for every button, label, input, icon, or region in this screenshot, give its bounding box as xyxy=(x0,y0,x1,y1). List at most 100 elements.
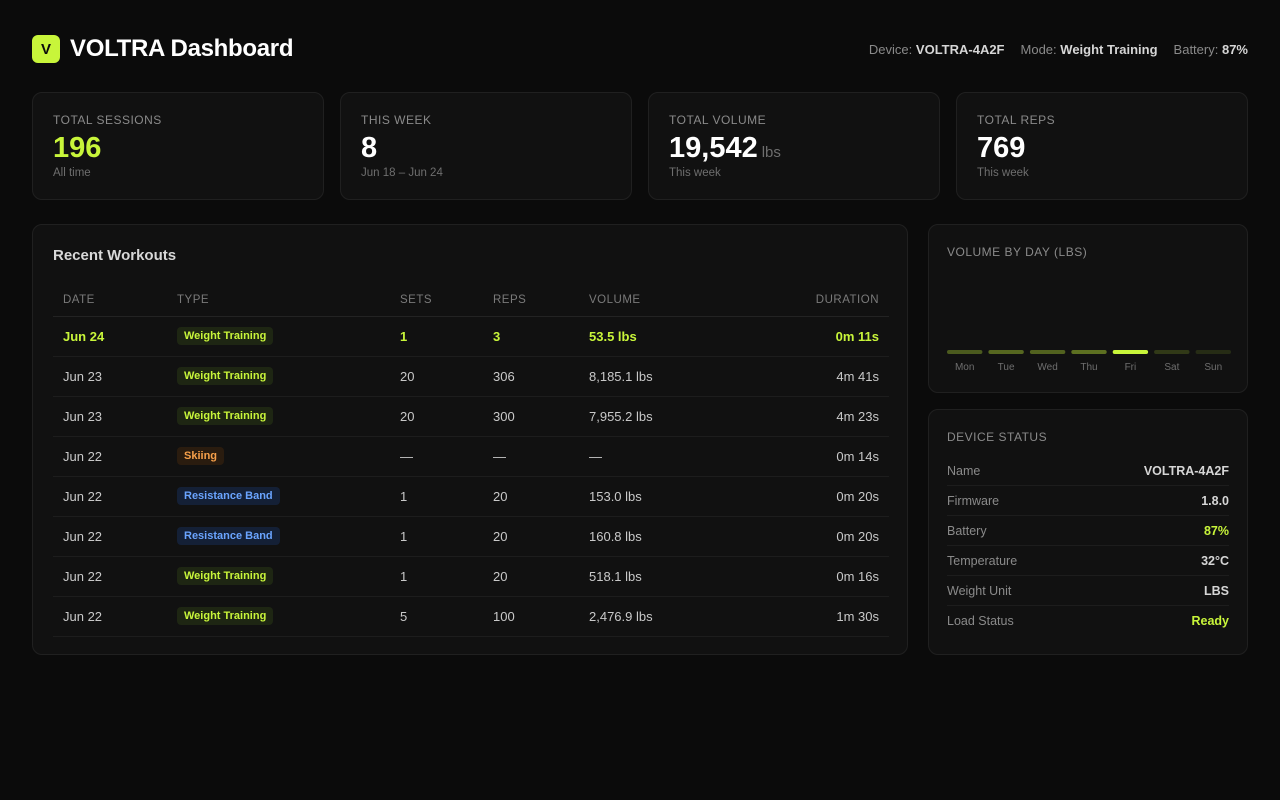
tick-label-sat: Sat xyxy=(1164,362,1179,373)
device-value: 32°C xyxy=(1201,553,1229,568)
cell-type: Weight Training xyxy=(167,396,390,437)
stat-unit: lbs xyxy=(761,144,781,161)
bar-sat[interactable] xyxy=(1154,350,1190,354)
device-key: Weight Unit xyxy=(947,583,1012,598)
bar-tue[interactable] xyxy=(988,350,1024,354)
cell-date: Jun 22 xyxy=(53,476,167,517)
workouts-table: DATE TYPE SETS REPS VOLUME DURATION Jun … xyxy=(53,284,889,637)
cell-volume: — xyxy=(579,436,749,477)
bar-mon[interactable] xyxy=(947,350,983,354)
device-row-name: Name VOLTRA-4A2F xyxy=(947,456,1229,486)
cell-sets: — xyxy=(390,436,483,477)
device-row-load-status: Load Status Ready xyxy=(947,606,1229,636)
type-badge: Weight Training xyxy=(177,327,274,345)
cell-date: Jun 23 xyxy=(53,396,167,437)
cell-volume: 153.0 lbs xyxy=(579,476,749,517)
cell-duration: 0m 20s xyxy=(749,516,889,557)
stat-sub: All time xyxy=(53,166,91,179)
table-row[interactable]: Jun 24 Weight Training 1 3 53.5 lbs 0m 1… xyxy=(53,316,889,357)
device-key: Name xyxy=(947,463,981,478)
cell-reps: — xyxy=(483,436,579,477)
table-row[interactable]: Jun 23 Weight Training 20 300 7,955.2 lb… xyxy=(53,396,889,437)
volume-chart-panel: Volume by Day (lbs) Mon Tue Wed Thu Fri Sat Su… xyxy=(928,224,1248,393)
bar-sun[interactable] xyxy=(1195,350,1231,354)
recent-workouts-panel: Recent Workouts DATE TYPE SETS REPS VOLU… xyxy=(32,224,908,655)
header: V VOLTRA Dashboard Device: VOLTRA-4A2F M… xyxy=(32,34,1248,64)
cell-duration: 1m 30s xyxy=(749,596,889,637)
device-key: Battery xyxy=(947,523,987,538)
column-header-volume[interactable]: VOLUME xyxy=(579,284,749,317)
device-key: Temperature xyxy=(947,553,1018,568)
cell-reps: 20 xyxy=(483,516,579,557)
stat-card-total-sessions: Total Sessions 196 All time xyxy=(32,92,324,200)
table-row[interactable]: Jun 22 Weight Training 5 100 2,476.9 lbs… xyxy=(53,596,889,637)
stat-label: Total Volume xyxy=(669,113,767,127)
cell-reps: 100 xyxy=(483,596,579,637)
device-row-weight-unit: Weight Unit LBS xyxy=(947,576,1229,606)
device-value: LBS xyxy=(1204,583,1229,598)
mode-indicator: Mode: Weight Training xyxy=(1020,41,1158,57)
table-row[interactable]: Jun 22 Weight Training 1 20 518.1 lbs 0m… xyxy=(53,556,889,597)
device-value: VOLTRA-4A2F xyxy=(1143,463,1229,478)
tick-label-tue: Tue xyxy=(998,362,1015,373)
stat-label: Total Reps xyxy=(977,113,1056,127)
cell-volume: 53.5 lbs xyxy=(579,316,749,357)
volume-chart: Mon Tue Wed Thu Fri Sat Sun xyxy=(947,281,1231,381)
column-header-date[interactable]: DATE xyxy=(53,284,167,317)
brand: V VOLTRA Dashboard xyxy=(32,35,294,63)
device-row-battery: Battery 87% xyxy=(947,516,1229,546)
battery-indicator: Battery: 87% xyxy=(1173,41,1248,57)
tick-label-fri: Fri xyxy=(1125,362,1137,373)
stat-card-total-reps: Total Reps 769 This week xyxy=(956,92,1248,200)
device-key: Load Status xyxy=(947,614,1014,628)
stat-value: 196 xyxy=(53,132,102,164)
tick-label-sun: Sun xyxy=(1204,362,1222,373)
volume-chart-svg: Mon Tue Wed Thu Fri Sat Sun xyxy=(947,350,1231,373)
cell-sets: 20 xyxy=(390,356,483,397)
table-row[interactable]: Jun 22 Skiing — — — 0m 14s xyxy=(53,436,889,477)
table-row[interactable]: Jun 22 Resistance Band 1 20 153.0 lbs 0m… xyxy=(53,476,889,517)
table-row[interactable]: Jun 22 Resistance Band 1 20 160.8 lbs 0m… xyxy=(53,516,889,557)
cell-duration: 0m 14s xyxy=(749,436,889,477)
column-header-duration[interactable]: DURATION xyxy=(749,284,889,317)
cell-date: Jun 22 xyxy=(53,596,167,637)
type-badge: Weight Training xyxy=(177,607,274,625)
stat-value: 19,542 lbs xyxy=(669,132,781,164)
stat-card-this-week: This Week 8 Jun 18 – Jun 24 xyxy=(340,92,632,200)
bar-thu[interactable] xyxy=(1071,350,1107,354)
cell-date: Jun 24 xyxy=(53,316,167,357)
type-badge: Weight Training xyxy=(177,567,274,585)
cell-duration: 0m 11s xyxy=(749,316,889,357)
cell-volume: 7,955.2 lbs xyxy=(579,396,749,437)
stat-sub: This week xyxy=(669,166,721,179)
cell-type: Resistance Band xyxy=(167,516,390,557)
bar-wed[interactable] xyxy=(1029,350,1066,354)
cell-sets: 1 xyxy=(390,556,483,597)
stats-row: Total Sessions 196 All time This Week 8 … xyxy=(32,92,1248,200)
stat-label: This Week xyxy=(361,113,432,127)
header-meta: Device: VOLTRA-4A2F Mode: Weight Trainin… xyxy=(869,42,1248,57)
stat-label: Total Sessions xyxy=(53,113,162,127)
cell-type: Resistance Band xyxy=(167,476,390,517)
mode-value: Weight Training xyxy=(1060,41,1158,57)
table-row[interactable]: Jun 23 Weight Training 20 306 8,185.1 lb… xyxy=(53,356,889,397)
device-status-title: Device Status xyxy=(947,430,1048,444)
page-title: VOLTRA Dashboard xyxy=(70,35,294,62)
stat-value: 8 xyxy=(361,132,378,164)
device-key: Firmware xyxy=(947,493,1000,508)
cell-duration: 4m 23s xyxy=(749,396,889,437)
type-badge: Weight Training xyxy=(177,367,274,385)
column-header-sets[interactable]: SETS xyxy=(390,284,483,317)
tick-label-mon: Mon xyxy=(955,362,974,373)
column-header-reps[interactable]: REPS xyxy=(483,284,579,317)
device-value: VOLTRA-4A2F xyxy=(915,41,1005,57)
column-header-type[interactable]: TYPE xyxy=(167,284,390,317)
bar-fri[interactable] xyxy=(1112,350,1149,354)
device-status-panel: Device Status Name VOLTRA-4A2F Firmware … xyxy=(928,409,1248,655)
type-badge: Resistance Band xyxy=(177,527,280,545)
cell-date: Jun 22 xyxy=(53,516,167,557)
cell-duration: 0m 16s xyxy=(749,556,889,597)
cell-sets: 1 xyxy=(390,476,483,517)
cell-volume: 518.1 lbs xyxy=(579,556,749,597)
cell-sets: 1 xyxy=(390,516,483,557)
